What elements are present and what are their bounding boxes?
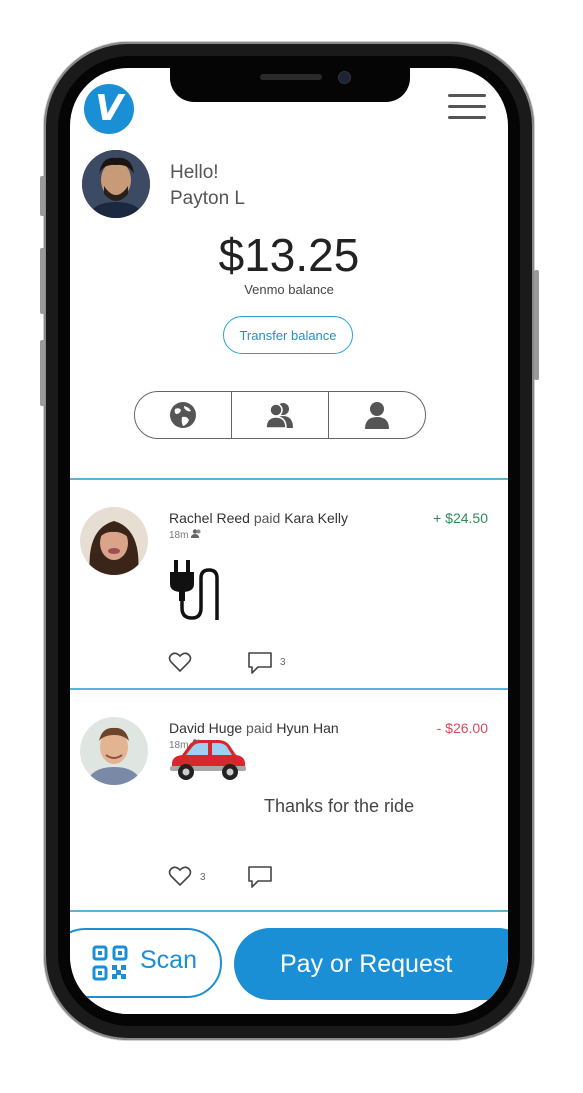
tab-friends[interactable] — [231, 392, 328, 438]
user-name: Payton L — [170, 188, 245, 209]
scan-label: Scan — [140, 946, 197, 974]
scan-button[interactable]: Scan — [70, 928, 222, 998]
globe-icon — [170, 402, 196, 428]
balance-amount: $13.25 — [218, 229, 360, 281]
transaction-amount: + $24.50 — [433, 510, 488, 526]
like-heart-icon[interactable] — [168, 651, 192, 673]
tab-personal[interactable] — [328, 392, 425, 438]
transaction-verb: paid — [253, 510, 281, 526]
hamburger-menu-icon[interactable] — [448, 92, 486, 122]
greeting-block: Hello! Payton L — [170, 160, 245, 212]
car-icon — [170, 740, 246, 780]
transaction-verb: paid — [246, 720, 273, 736]
avatar — [80, 717, 148, 785]
list-item[interactable]: Rachel Reed paid Kara Kelly 18m + $24.50… — [70, 480, 508, 688]
qr-code-icon — [92, 945, 128, 981]
payee-name[interactable]: Hyun Han — [276, 720, 338, 736]
profile-avatar[interactable] — [82, 150, 150, 218]
feed-filter-tabs — [134, 391, 426, 439]
front-camera — [338, 71, 351, 84]
volume-down-button — [40, 340, 45, 406]
payment-note: Thanks for the ride — [264, 796, 415, 816]
tab-public[interactable] — [135, 392, 231, 438]
comment-icon[interactable] — [246, 864, 274, 890]
timestamp: 18m — [169, 529, 202, 541]
electric-plug-icon — [170, 560, 219, 620]
bottom-action-bar: Scan Pay or Request — [70, 912, 508, 1014]
balance-label: Venmo balance — [244, 282, 334, 297]
transaction-amount: - $26.00 — [436, 720, 488, 736]
friends-icon — [265, 403, 293, 429]
app-screen: V Hello! Payton L $13.25 Venmo balance T… — [70, 68, 508, 1014]
like-count: 3 — [200, 872, 206, 883]
avatar — [80, 507, 148, 575]
transaction-text: David Huge paid Hyun Han — [169, 720, 339, 736]
payer-name[interactable]: David Huge — [169, 720, 242, 736]
like-heart-icon[interactable] — [168, 865, 192, 887]
payer-name[interactable]: Rachel Reed — [169, 510, 250, 526]
power-button — [534, 270, 539, 380]
person-icon — [365, 402, 389, 429]
notch — [170, 68, 410, 102]
mute-switch — [40, 176, 45, 216]
list-item[interactable]: David Huge paid Hyun Han 18m - $26.00 Th… — [70, 690, 508, 910]
comment-icon[interactable] — [246, 650, 274, 676]
volume-up-button — [40, 248, 45, 314]
venmo-logo[interactable]: V — [84, 84, 134, 134]
pay-or-request-button[interactable]: Pay or Request — [234, 928, 508, 1000]
friends-visibility-icon — [191, 529, 201, 538]
greeting-text: Hello! — [170, 162, 219, 183]
comment-count: 3 — [280, 657, 286, 668]
transaction-text: Rachel Reed paid Kara Kelly — [169, 510, 348, 526]
speaker — [260, 74, 322, 80]
payee-name[interactable]: Kara Kelly — [284, 510, 348, 526]
transfer-balance-button[interactable]: Transfer balance — [223, 316, 353, 354]
